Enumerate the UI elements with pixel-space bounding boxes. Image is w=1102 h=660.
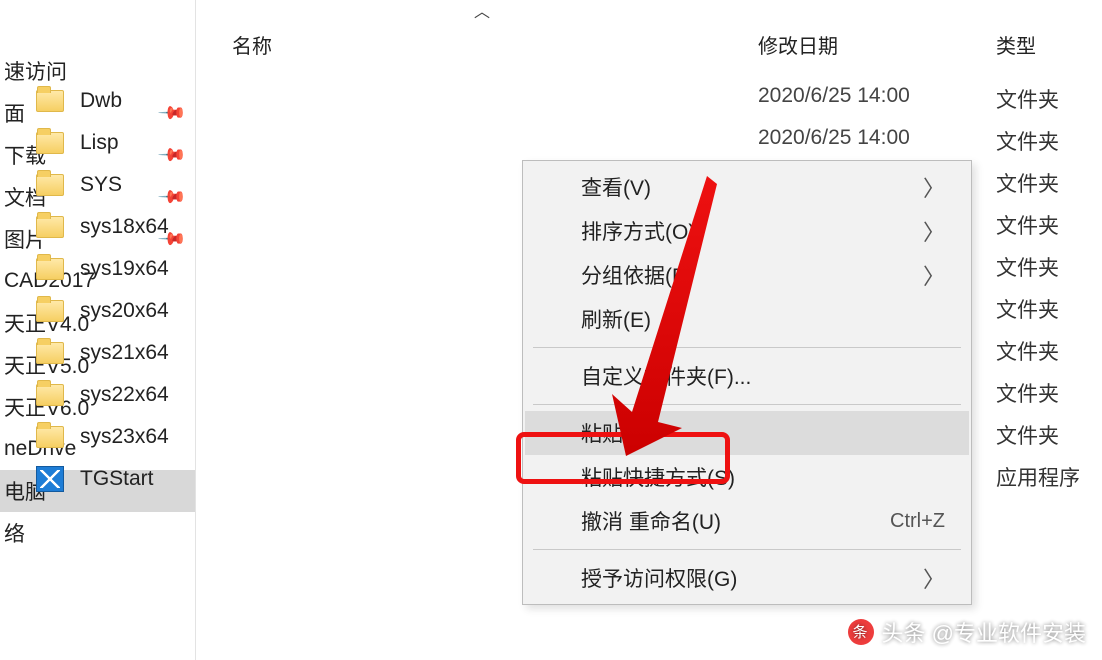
menu-separator: [533, 404, 961, 405]
menu-item-label: 自定义文件夹(F)...: [581, 361, 751, 391]
menu-item[interactable]: 刷新(E): [525, 297, 969, 341]
column-header-name[interactable]: 名称: [232, 30, 272, 59]
file-date: 2020/6/25 14:00: [758, 126, 910, 150]
menu-item-label: 授予访问权限(G): [581, 563, 737, 593]
file-type: 文件夹: [996, 378, 1059, 408]
folder-icon: [36, 384, 64, 406]
chevron-right-icon: 〉: [923, 215, 945, 247]
file-name: Dwb: [80, 89, 122, 113]
file-name: sys23x64: [80, 425, 169, 449]
sidebar-item-label: 面: [4, 98, 25, 128]
menu-item-label: 分组依据(P): [581, 260, 693, 290]
menu-item[interactable]: 粘贴快捷方式(S): [525, 455, 969, 499]
application-icon: [36, 466, 64, 492]
folder-icon: [36, 426, 64, 448]
menu-item-label: 刷新(E): [581, 304, 651, 334]
file-type: 文件夹: [996, 84, 1059, 114]
file-name: sys20x64: [80, 299, 169, 323]
folder-icon: [36, 342, 64, 364]
menu-item[interactable]: 授予访问权限(G) 〉: [525, 556, 969, 600]
file-name: sys21x64: [80, 341, 169, 365]
menu-item-label: 粘贴快捷方式(S): [581, 462, 735, 492]
sidebar-item-label: 络: [4, 518, 25, 548]
file-name: sys18x64: [80, 215, 169, 239]
file-name: Lisp: [80, 131, 119, 155]
folder-icon: [36, 174, 64, 196]
chevron-right-icon: 〉: [923, 562, 945, 594]
file-name: TGStart: [80, 467, 154, 491]
menu-item[interactable]: 查看(V) 〉: [525, 165, 969, 209]
folder-icon: [36, 258, 64, 280]
menu-item[interactable]: 撤消 重命名(U) Ctrl+Z: [525, 499, 969, 543]
menu-item-shortcut: Ctrl+Z: [890, 510, 945, 533]
menu-separator: [533, 347, 961, 348]
folder-icon: [36, 90, 64, 112]
column-header-date[interactable]: 修改日期: [758, 30, 838, 59]
chevron-right-icon: 〉: [923, 171, 945, 203]
folder-icon: [36, 132, 64, 154]
toutiao-logo-icon: [848, 619, 874, 645]
file-type: 文件夹: [996, 252, 1059, 282]
file-type: 文件夹: [996, 294, 1059, 324]
watermark: 头条 @专业软件安装: [848, 616, 1086, 648]
file-name: sys22x64: [80, 383, 169, 407]
menu-item[interactable]: 分组依据(P) 〉: [525, 253, 969, 297]
menu-item[interactable]: 排序方式(O) 〉: [525, 209, 969, 253]
file-type: 文件夹: [996, 336, 1059, 366]
file-type: 文件夹: [996, 126, 1059, 156]
menu-separator: [533, 549, 961, 550]
file-type: 文件夹: [996, 168, 1059, 198]
folder-icon: [36, 216, 64, 238]
file-type: 文件夹: [996, 420, 1059, 450]
menu-item-label: 查看(V): [581, 172, 651, 202]
file-row[interactable]: Dwb: [36, 80, 1102, 122]
menu-item-label: 撤消 重命名(U): [581, 506, 721, 536]
menu-item[interactable]: 粘贴(P): [525, 411, 969, 455]
file-date: 2020/6/25 14:00: [758, 84, 910, 108]
sort-indicator-icon: ︿: [474, 0, 490, 22]
file-type: 应用程序: [996, 462, 1080, 492]
column-header-type[interactable]: 类型: [996, 30, 1036, 59]
folder-icon: [36, 300, 64, 322]
file-row[interactable]: Lisp: [36, 122, 1102, 164]
menu-item[interactable]: 自定义文件夹(F)...: [525, 354, 969, 398]
watermark-text: 头条 @专业软件安装: [882, 616, 1086, 648]
chevron-right-icon: 〉: [923, 259, 945, 291]
file-name: sys19x64: [80, 257, 169, 281]
file-type: 文件夹: [996, 210, 1059, 240]
file-name: SYS: [80, 173, 122, 197]
menu-item-label: 粘贴(P): [581, 418, 651, 448]
sidebar-item[interactable]: 络: [0, 512, 195, 554]
context-menu: 查看(V)〉排序方式(O)〉分组依据(P)〉刷新(E)自定义文件夹(F)...粘…: [522, 160, 972, 605]
menu-item-label: 排序方式(O): [581, 216, 695, 246]
